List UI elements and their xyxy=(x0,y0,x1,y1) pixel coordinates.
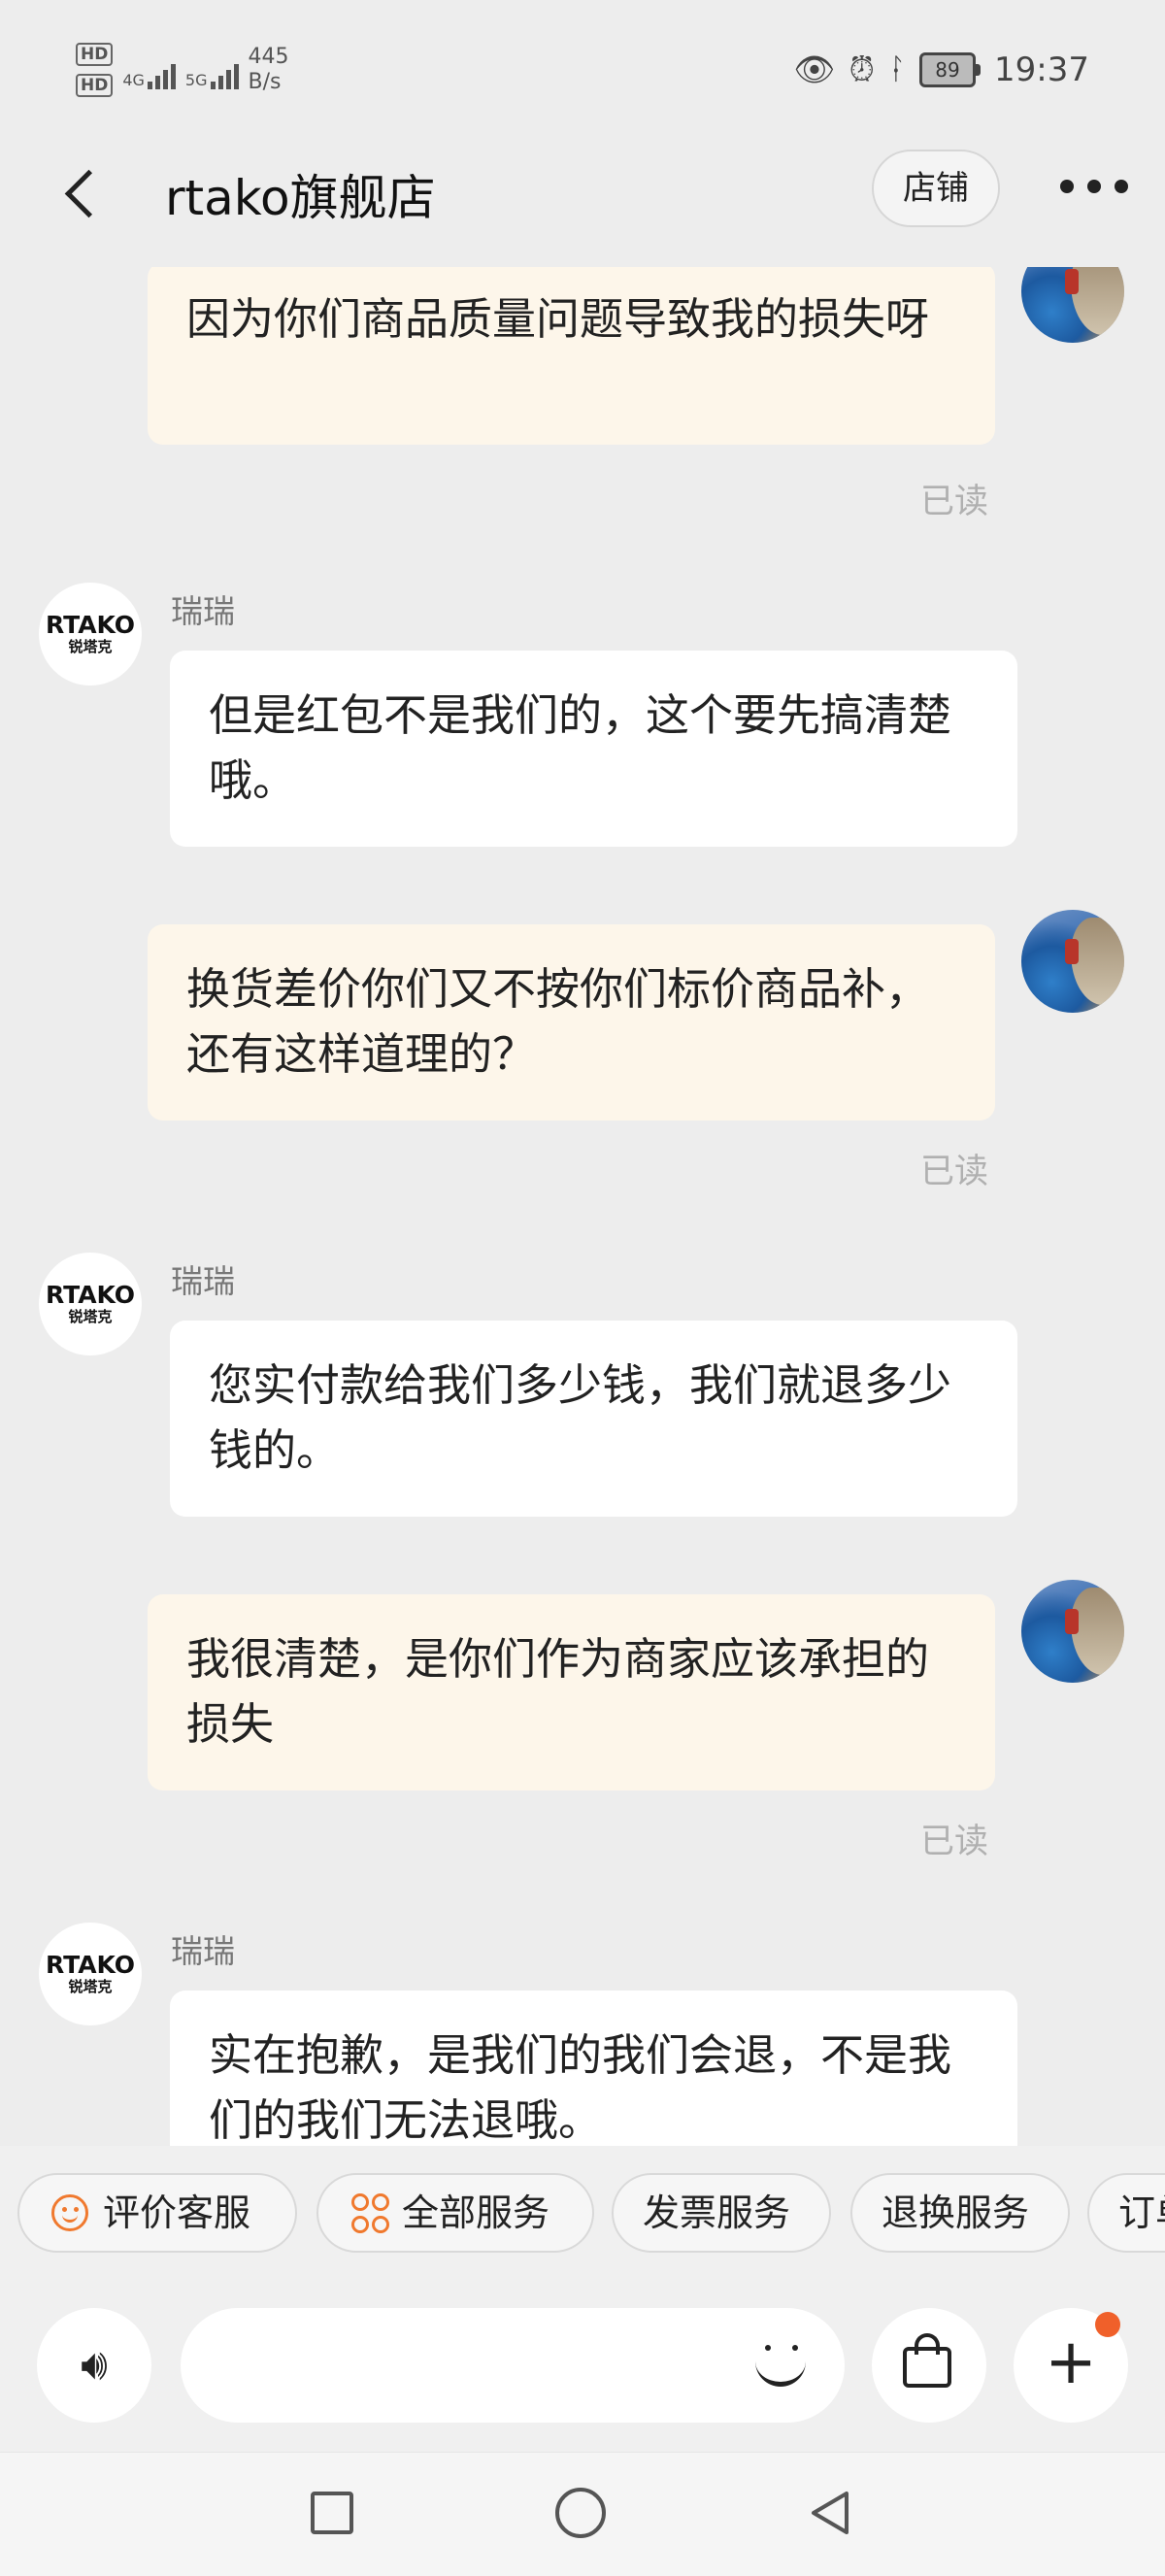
message-bubble-mine[interactable]: 因为你们商品质量问题导致我的损失呀 xyxy=(148,267,995,445)
message-text: 我很清楚，是你们作为商家应该承担的损失 xyxy=(186,1633,930,1750)
shop-avatar-brand-cn: 锐塔克 xyxy=(68,638,113,655)
read-receipt: 已读 xyxy=(920,483,989,521)
order-chip[interactable]: 订单 xyxy=(1087,2173,1165,2253)
battery-icon: 89 xyxy=(919,52,982,87)
shopping-bag-button[interactable] xyxy=(872,2308,986,2423)
emoji-icon xyxy=(753,2333,812,2392)
my-avatar[interactable] xyxy=(1021,910,1124,1013)
more-options-icon[interactable] xyxy=(1060,167,1128,206)
shop-avatar-brand-cn: 锐塔克 xyxy=(68,1308,113,1325)
quick-service-bar[interactable]: 评价客服 全部服务 发票服务 退换服务 订单 xyxy=(0,2146,1165,2277)
my-avatar[interactable] xyxy=(1021,267,1124,343)
message-bubble-mine[interactable]: 换货差价你们又不按你们标价商品补，还有这样道理的？ xyxy=(148,924,995,1121)
shop-avatar-brand: RTAKO xyxy=(45,1281,136,1309)
message-bubble-shop[interactable]: 但是红包不是我们的，这个要先搞清楚哦。 xyxy=(170,651,1017,847)
chat-header: rtako旗舰店 店铺 xyxy=(0,146,1165,267)
message-text: 但是红包不是我们的，这个要先搞清楚哦。 xyxy=(209,689,952,806)
invoice-service-chip[interactable]: 发票服务 xyxy=(612,2173,831,2253)
shop-avatar-brand: RTAKO xyxy=(45,1951,136,1979)
all-services-chip[interactable]: 全部服务 xyxy=(316,2173,594,2253)
shop-avatar[interactable]: RTAKO 锐塔克 xyxy=(39,1253,142,1355)
message-text: 实在抱歉，是我们的我们会退，不是我们的我们无法退哦。 xyxy=(209,2029,952,2146)
chip-label: 退换服务 xyxy=(882,2191,1030,2234)
network-speed: 445 B/s xyxy=(248,45,289,94)
smile-icon xyxy=(49,2191,91,2234)
plus-icon: + xyxy=(1045,2326,1097,2398)
signal-4g-icon: 4G xyxy=(122,50,176,89)
store-button[interactable]: 店铺 xyxy=(872,150,1000,227)
sender-name: 瑞瑞 xyxy=(171,1262,235,1300)
signal-5g-icon: 5G xyxy=(185,50,239,89)
shop-avatar[interactable]: RTAKO 锐塔克 xyxy=(39,1923,142,2025)
hd-indicator-1: HD xyxy=(76,43,114,66)
recent-apps-icon[interactable] xyxy=(311,2492,353,2534)
shop-avatar-brand: RTAKO xyxy=(45,611,136,639)
sender-name: 瑞瑞 xyxy=(171,592,235,630)
return-exchange-chip[interactable]: 退换服务 xyxy=(850,2173,1070,2253)
chat-messages[interactable]: 因为你们商品质量问题导致我的损失呀 已读 RTAKO 锐塔克 瑞瑞 但是红包不是… xyxy=(0,267,1165,2146)
back-triangle-icon[interactable] xyxy=(806,2488,856,2538)
back-arrow-icon[interactable] xyxy=(54,165,113,223)
hd-indicator-2: HD xyxy=(76,74,114,97)
clock: 19:37 xyxy=(994,50,1089,89)
message-input[interactable] xyxy=(181,2308,845,2423)
bluetooth-icon: ᛛ xyxy=(888,52,907,86)
page-title: rtako旗舰店 xyxy=(165,170,436,226)
message-bubble-shop[interactable]: 您实付款给我们多少钱，我们就退多少钱的。 xyxy=(170,1321,1017,1517)
alarm-icon: ⏰︎ xyxy=(849,50,876,89)
status-right: 👁︎ ⏰︎ ᛛ 89 19:37 xyxy=(793,50,1089,89)
shop-avatar[interactable]: RTAKO 锐塔克 xyxy=(39,583,142,686)
grid-icon xyxy=(348,2191,390,2234)
emoji-button[interactable] xyxy=(753,2333,816,2395)
message-bubble-shop[interactable]: 实在抱歉，是我们的我们会退，不是我们的我们无法退哦。 xyxy=(170,1991,1017,2146)
chip-label: 全部服务 xyxy=(402,2191,550,2234)
input-bar: 🔊︎ + xyxy=(0,2277,1165,2452)
voice-input-button[interactable]: 🔊︎ xyxy=(37,2308,151,2423)
rate-service-chip[interactable]: 评价客服 xyxy=(17,2173,297,2253)
message-text: 您实付款给我们多少钱，我们就退多少钱的。 xyxy=(209,1359,952,1476)
chip-label: 发票服务 xyxy=(643,2191,791,2234)
read-receipt: 已读 xyxy=(920,1153,989,1191)
voice-icon: 🔊︎ xyxy=(81,2340,108,2390)
chip-label: 评价客服 xyxy=(103,2191,251,2234)
chip-label: 订单 xyxy=(1118,2191,1165,2234)
status-bar: HD HD 4G 5G 445 B/s 👁︎ ⏰︎ ᛛ 89 19:37 xyxy=(0,0,1165,146)
status-left: HD HD 4G 5G 445 B/s xyxy=(76,43,289,97)
home-icon[interactable] xyxy=(555,2488,606,2538)
system-navigation-bar xyxy=(0,2452,1165,2576)
shop-avatar-brand-cn: 锐塔克 xyxy=(68,1978,113,1995)
sender-name: 瑞瑞 xyxy=(171,1932,235,1970)
read-receipt: 已读 xyxy=(920,1823,989,1861)
notification-badge xyxy=(1095,2312,1120,2337)
message-bubble-mine[interactable]: 我很清楚，是你们作为商家应该承担的损失 xyxy=(148,1594,995,1790)
my-avatar[interactable] xyxy=(1021,1580,1124,1683)
message-text: 换货差价你们又不按你们标价商品补，还有这样道理的？ xyxy=(186,963,930,1080)
message-text: 因为你们商品质量问题导致我的损失呀 xyxy=(186,293,930,345)
battery-level: 89 xyxy=(919,52,977,87)
eye-icon: 👁︎ xyxy=(793,50,836,89)
